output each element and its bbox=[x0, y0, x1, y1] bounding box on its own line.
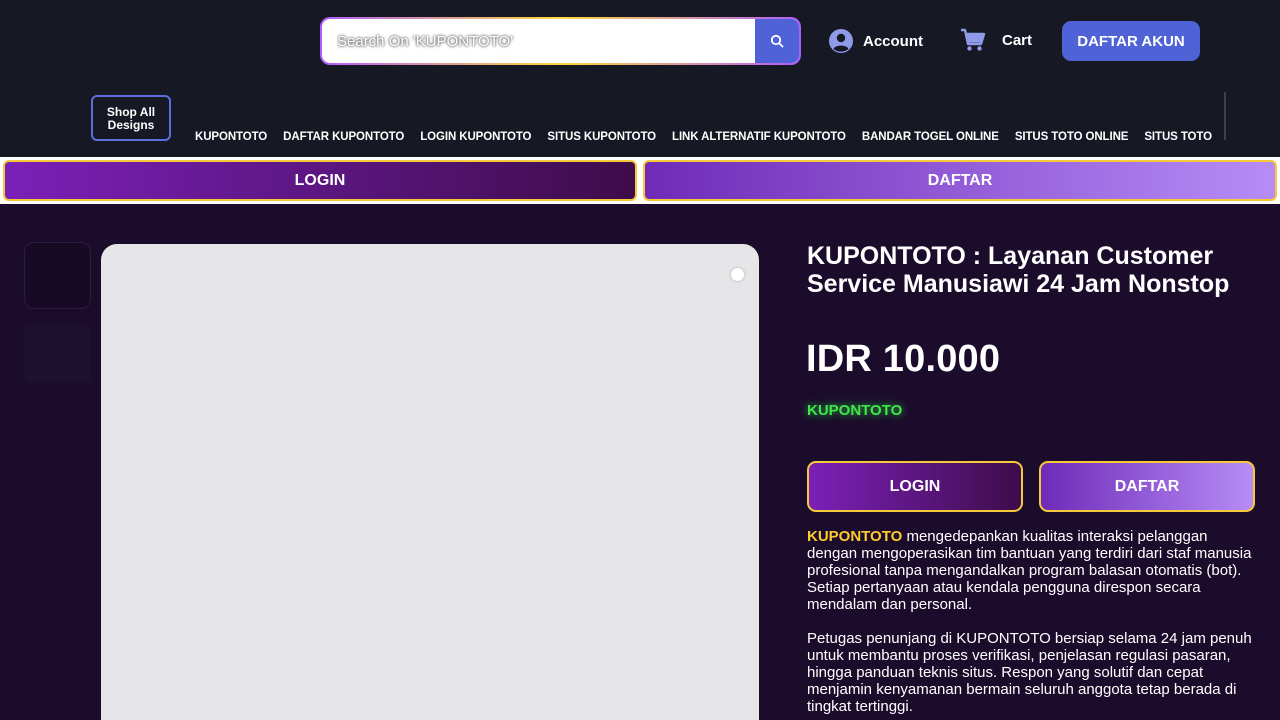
nav-item-situs-kupontoto[interactable]: SITUS KUPONTOTO bbox=[547, 131, 656, 143]
main-nav: KUPONTOTO DAFTAR KUPONTOTO LOGIN KUPONTO… bbox=[195, 131, 1212, 143]
nav-item-kupontoto[interactable]: KUPONTOTO bbox=[195, 131, 267, 143]
login-button[interactable]: LOGIN bbox=[807, 461, 1023, 512]
auth-strip: LOGIN DAFTAR bbox=[0, 157, 1280, 204]
nav-item-situs-toto-online[interactable]: SITUS TOTO ONLINE bbox=[1015, 131, 1129, 143]
nav-item-situs-toto[interactable]: SITUS TOTO bbox=[1144, 131, 1212, 143]
daftar-akun-button[interactable]: DAFTAR AKUN bbox=[1062, 21, 1200, 61]
product-title: KUPONTOTO : Layanan Customer Service Man… bbox=[807, 242, 1230, 298]
description-paragraph-2: Petugas penunjang di KUPONTOTO bersiap s… bbox=[807, 630, 1252, 715]
strip-login-button[interactable]: LOGIN bbox=[3, 160, 637, 201]
shop-all-designs-button[interactable]: Shop All Designs bbox=[91, 95, 171, 141]
nav-item-bandar-togel[interactable]: BANDAR TOGEL ONLINE bbox=[862, 131, 999, 143]
cart-link[interactable]: Cart bbox=[960, 26, 1032, 54]
image-zoom-dot[interactable] bbox=[731, 268, 744, 281]
account-link[interactable]: Account bbox=[828, 27, 923, 55]
nav-item-daftar-kupontoto[interactable]: DAFTAR KUPONTOTO bbox=[283, 131, 404, 143]
search-input[interactable] bbox=[322, 19, 755, 63]
brand-tag: KUPONTOTO bbox=[807, 402, 903, 419]
nav-divider bbox=[1224, 92, 1226, 140]
product-image bbox=[101, 244, 759, 720]
search-bar bbox=[320, 17, 801, 65]
gallery-thumbnail-placeholder bbox=[24, 325, 91, 383]
search-inner bbox=[322, 19, 799, 63]
search-icon bbox=[770, 34, 784, 48]
strip-daftar-button[interactable]: DAFTAR bbox=[643, 160, 1277, 201]
nav-item-link-alternatif[interactable]: LINK ALTERNATIF KUPONTOTO bbox=[672, 131, 846, 143]
gallery-thumbnail[interactable] bbox=[24, 242, 91, 309]
search-button[interactable] bbox=[755, 19, 799, 63]
description-highlight: KUPONTOTO bbox=[807, 528, 903, 545]
cart-label: Cart bbox=[1002, 31, 1033, 49]
description-paragraph-1: KUPONTOTO mengedepankan kualitas interak… bbox=[807, 528, 1257, 613]
user-circle-icon bbox=[829, 29, 853, 53]
daftar-button[interactable]: DAFTAR bbox=[1039, 461, 1255, 512]
cart-icon bbox=[961, 28, 986, 51]
nav-item-login-kupontoto[interactable]: LOGIN KUPONTOTO bbox=[420, 131, 531, 143]
site-header: Account Cart DAFTAR AKUN Shop All Design… bbox=[0, 0, 1280, 157]
product-price: IDR 10.000 bbox=[806, 338, 1001, 380]
account-label: Account bbox=[863, 32, 923, 50]
